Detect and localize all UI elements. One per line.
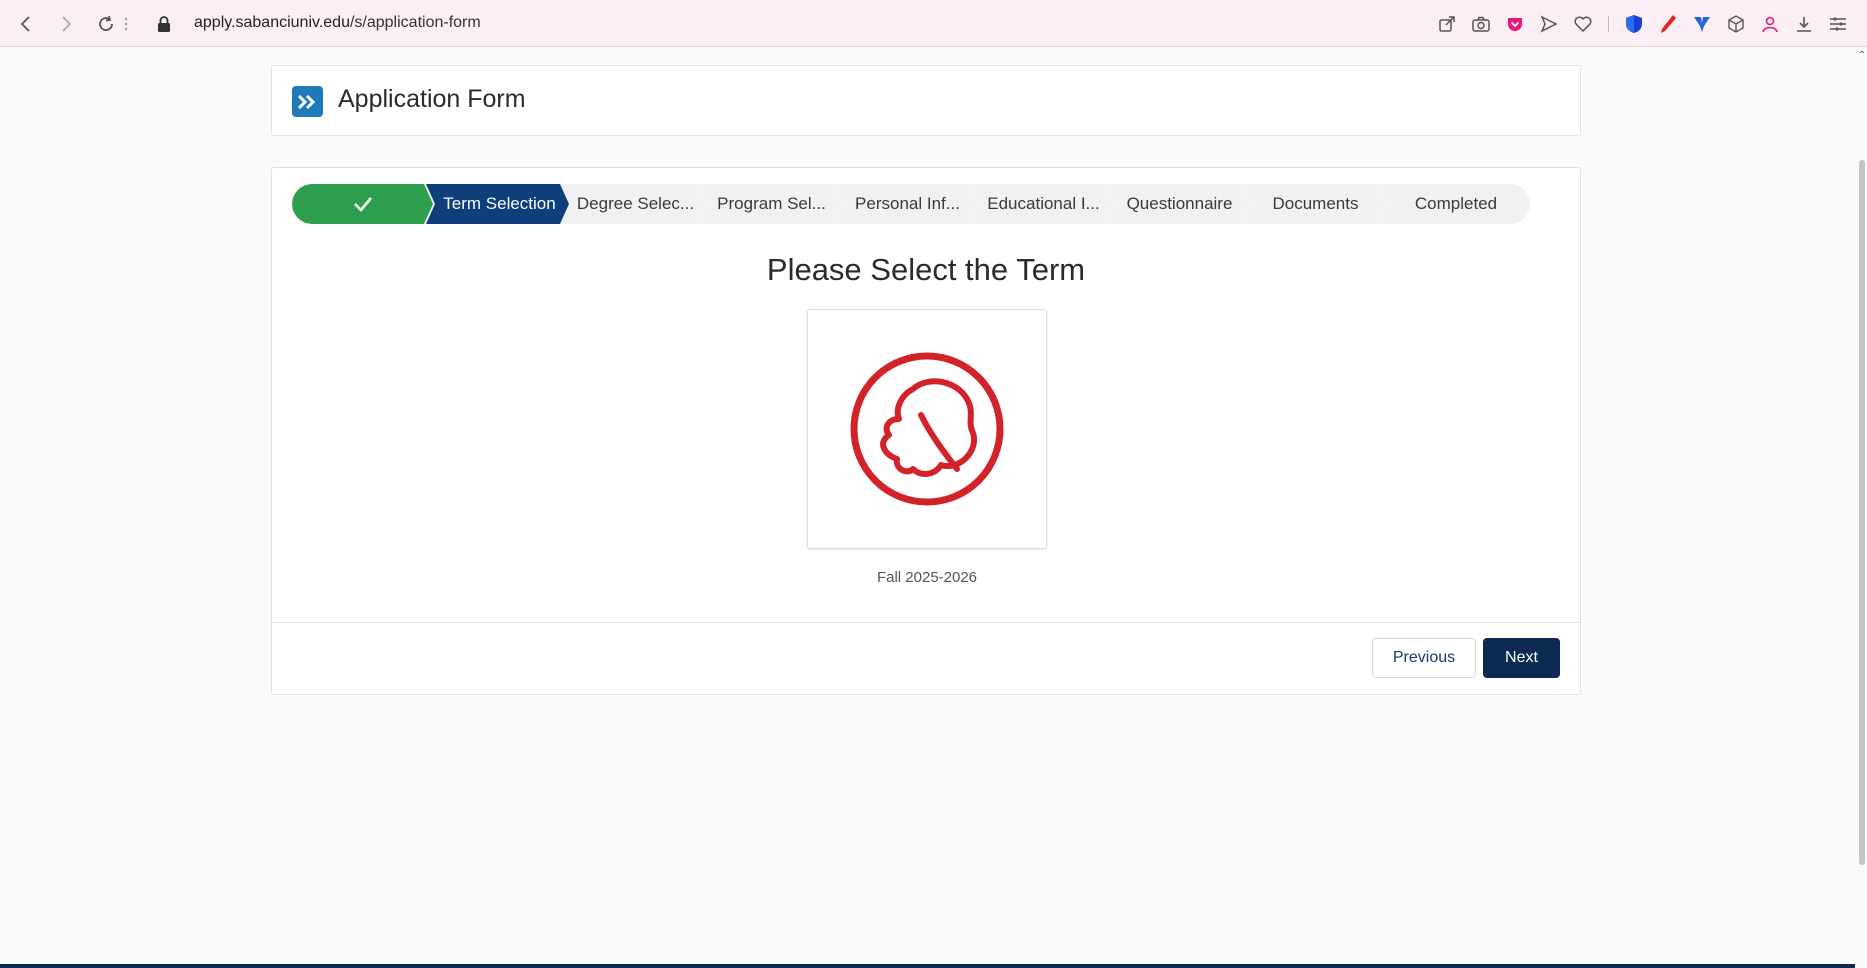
url-host: apply.sabanciuniv.edu bbox=[194, 14, 350, 31]
browser-toolbar: apply.sabanciuniv.edu/s/application-form bbox=[0, 0, 1867, 47]
shield-icon[interactable] bbox=[1623, 13, 1645, 35]
share-icon[interactable] bbox=[1436, 13, 1458, 35]
camera-icon[interactable] bbox=[1470, 13, 1492, 35]
url-path: /s/application-form bbox=[349, 14, 481, 31]
path-step-label: Documents bbox=[1272, 194, 1359, 213]
header-card: Application Form bbox=[271, 65, 1581, 136]
forward-icon[interactable] bbox=[54, 12, 78, 36]
extension-toolbar bbox=[1436, 10, 1849, 38]
path-step-label: Term Selection bbox=[443, 194, 556, 213]
path-step-completed[interactable]: Completed bbox=[1378, 184, 1530, 224]
back-icon[interactable] bbox=[14, 12, 38, 36]
scroll-up-icon[interactable]: ⌃ bbox=[1857, 50, 1867, 62]
page-title: Application Form bbox=[338, 85, 526, 113]
application-card: Term Selection Degree Selec... Program S… bbox=[271, 167, 1581, 695]
send-icon[interactable] bbox=[1538, 13, 1560, 35]
pen-icon[interactable] bbox=[1657, 13, 1679, 35]
lock-icon[interactable] bbox=[152, 12, 176, 36]
profile-icon[interactable] bbox=[1759, 13, 1781, 35]
term-option-label: Fall 2025-2026 bbox=[876, 569, 978, 586]
scrollbar-thumb[interactable] bbox=[1859, 160, 1865, 865]
pocket-icon[interactable] bbox=[1504, 13, 1526, 35]
path-step-degree-selection[interactable]: Degree Selec... bbox=[562, 184, 705, 224]
previous-button[interactable]: Previous bbox=[1372, 638, 1476, 678]
term-option-tile[interactable] bbox=[807, 309, 1047, 549]
path-step-label: Personal Inf... bbox=[855, 194, 960, 213]
path-step-documents[interactable]: Documents bbox=[1242, 184, 1385, 224]
cube-icon[interactable] bbox=[1725, 13, 1747, 35]
next-button[interactable]: Next bbox=[1483, 638, 1560, 678]
double-chevron-icon bbox=[292, 86, 323, 117]
menu-icon[interactable] bbox=[1827, 13, 1849, 35]
path-step-label: Degree Selec... bbox=[576, 194, 695, 213]
toolbar-divider bbox=[1608, 16, 1609, 32]
address-bar[interactable]: apply.sabanciuniv.edu/s/application-form bbox=[194, 14, 481, 32]
path-step-label: Program Sel... bbox=[717, 194, 826, 213]
extension-icon[interactable] bbox=[1691, 13, 1713, 35]
path-step-complete[interactable] bbox=[292, 184, 433, 224]
section-heading: Please Select the Term bbox=[766, 252, 1086, 287]
reload-icon[interactable] bbox=[94, 12, 118, 36]
heart-icon[interactable] bbox=[1572, 13, 1594, 35]
path-step-label: Educational I... bbox=[987, 194, 1100, 213]
leaf-icon bbox=[850, 352, 1004, 506]
path-step-label: Questionnaire bbox=[1126, 194, 1233, 213]
footer-bar bbox=[0, 964, 1855, 968]
path-step-term-selection[interactable]: Term Selection bbox=[426, 184, 569, 224]
path-step-personal-information[interactable]: Personal Inf... bbox=[834, 184, 977, 224]
path-step-program-selection[interactable]: Program Sel... bbox=[698, 184, 841, 224]
path-step-label: Completed bbox=[1414, 194, 1498, 213]
check-icon bbox=[353, 196, 373, 212]
path-step-educational-information[interactable]: Educational I... bbox=[970, 184, 1113, 224]
download-icon[interactable] bbox=[1793, 13, 1815, 35]
path-step-questionnaire[interactable]: Questionnaire bbox=[1106, 184, 1249, 224]
progress-path: Term Selection Degree Selec... Program S… bbox=[292, 184, 1530, 224]
footer-divider bbox=[272, 622, 1580, 623]
more-dots-icon[interactable] bbox=[120, 12, 132, 36]
